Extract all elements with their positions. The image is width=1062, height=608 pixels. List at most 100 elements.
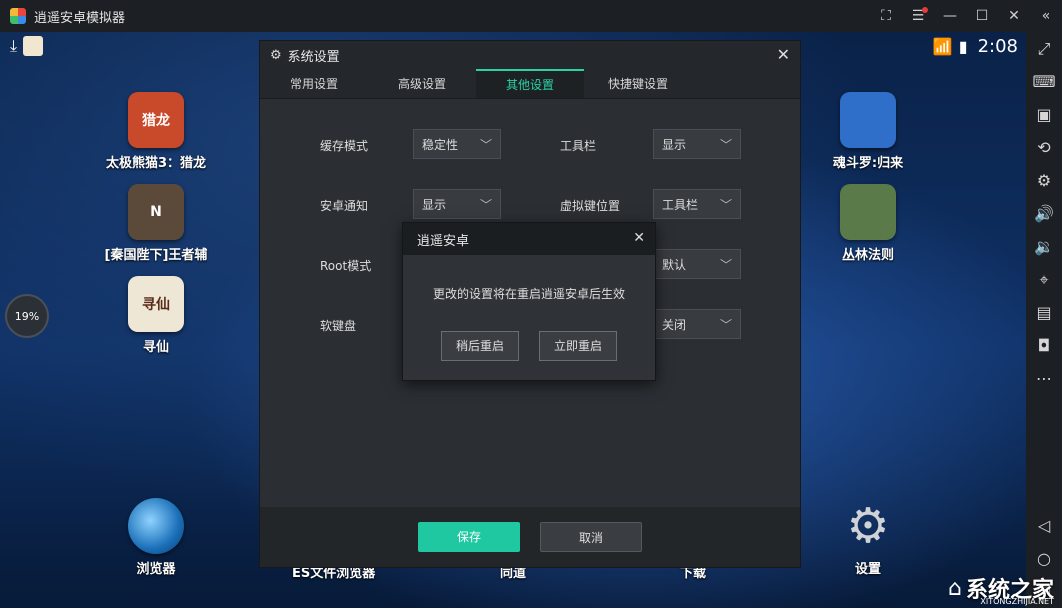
chevron-down-icon: ﹀	[719, 318, 732, 332]
settings-header: ⚙ 系统设置 ✕	[260, 41, 800, 69]
settings-gear-icon: ⚙	[270, 47, 282, 63]
volume-down-icon[interactable]: 🔉	[1026, 230, 1062, 263]
dialog-close-icon[interactable]: ✕	[633, 230, 645, 246]
app-label: 魂斗罗:归来	[832, 156, 904, 171]
watermark: ⌂ 系统之家 XITONGZHIJIA.NET	[948, 572, 1054, 607]
rotate-icon[interactable]: ⟲	[1026, 131, 1062, 164]
right-toolbar: ⤢ ⌨ ▣ ⟲ ⚙ 🔊 🔉 ⌖ ▤ ◘ ⋯ ◁ ○ □	[1026, 32, 1062, 608]
root-mode-label: Root模式	[320, 259, 372, 273]
mini-app-icon	[23, 36, 44, 56]
settings-title: 系统设置	[287, 49, 340, 65]
app-xunxian[interactable]: 寻仙 寻仙	[96, 276, 216, 355]
dialog-title: 逍遥安卓	[417, 233, 470, 249]
keyboard-icon[interactable]: ⌨	[1026, 65, 1062, 98]
notification-dot	[922, 7, 928, 13]
tab-shortcuts[interactable]: 快捷键设置	[584, 69, 692, 98]
restart-now-button[interactable]: 立即重启	[539, 331, 617, 361]
app-icon: 寻仙	[128, 276, 184, 332]
maximize-button[interactable]: ☐	[966, 0, 998, 32]
toolbar-select[interactable]: 显示 ﹀	[653, 129, 741, 159]
app-jungle-law[interactable]: 丛林法则	[808, 184, 928, 263]
app-icon: N	[128, 184, 184, 240]
app-label: 浏览器	[136, 562, 176, 577]
mouse-icon[interactable]: ◘	[1026, 329, 1062, 362]
chevron-down-icon: ﹀	[719, 138, 732, 152]
download-icon: ⤓	[10, 36, 18, 55]
app-logo-icon	[10, 8, 26, 24]
settings-footer: 保存 取消	[260, 507, 800, 567]
gear-icon: ⚙	[846, 498, 890, 554]
soft-keyboard-label: 软键盘	[320, 319, 357, 333]
app-browser[interactable]: 浏览器	[96, 498, 216, 577]
cancel-button[interactable]: 取消	[540, 522, 642, 552]
restart-later-button[interactable]: 稍后重启	[441, 331, 519, 361]
folder-icon[interactable]: ▤	[1026, 296, 1062, 329]
soft-keyboard-select[interactable]: 关闭 ﹀	[653, 309, 741, 339]
app-label: 丛林法则	[841, 248, 894, 263]
fullscreen-icon[interactable]: ⤢	[1026, 32, 1062, 65]
save-button[interactable]: 保存	[418, 522, 520, 552]
top-left-status: ⤓	[10, 36, 44, 56]
virtual-key-value: 工具栏	[662, 197, 699, 212]
app-label: 设置	[854, 562, 881, 577]
tab-other[interactable]: 其他设置	[476, 69, 584, 98]
app-label: 寻仙	[142, 340, 169, 355]
watermark-subtext: XITONGZHIJIA.NET	[980, 597, 1054, 606]
volume-up-icon[interactable]: 🔊	[1026, 197, 1062, 230]
dialog-header: 逍遥安卓 ✕	[403, 223, 655, 255]
dialog-message: 更改的设置将在重启逍遥安卓后生效	[432, 287, 625, 301]
progress-indicator: 19%	[7, 296, 47, 336]
chevron-down-icon: ﹀	[719, 198, 732, 212]
toolbar-label: 工具栏	[560, 139, 597, 153]
app-icon	[840, 184, 896, 240]
cache-mode-select[interactable]: 稳定性 ﹀	[413, 129, 501, 159]
home-icon[interactable]: ○	[1026, 542, 1062, 575]
battery-icon: ▮	[958, 37, 968, 56]
app-settings[interactable]: ⚙ 设置	[808, 498, 928, 577]
app-icon: 猎龙	[128, 92, 184, 148]
collapse-sidebar-button[interactable]: «	[1030, 0, 1062, 32]
chevron-down-icon: ﹀	[719, 258, 732, 272]
screen-record-icon[interactable]: ⛶	[870, 0, 902, 32]
clock: 2:08	[977, 36, 1018, 57]
tab-common[interactable]: 常用设置	[260, 69, 368, 98]
cache-mode-value: 稳定性	[422, 137, 459, 152]
app-label: [秦国陛下]王者辅	[104, 248, 208, 263]
minimize-button[interactable]: —	[934, 0, 966, 32]
android-notify-value: 显示	[422, 197, 447, 212]
app-title: 逍遥安卓模拟器	[34, 10, 126, 26]
soft-keyboard-value: 关闭	[662, 317, 687, 332]
watermark-house-icon: ⌂	[948, 575, 962, 601]
settings-close-icon[interactable]: ✕	[777, 45, 790, 64]
close-window-button[interactable]: ✕	[998, 0, 1030, 32]
status-bar: 📶 ▮ 2:08	[933, 36, 1018, 57]
root-mode-select[interactable]: 默认 ﹀	[653, 249, 741, 279]
location-icon[interactable]: ⌖	[1026, 263, 1062, 296]
window-controls: ⛶ ☰ — ☐ ✕ «	[870, 0, 1062, 32]
virtual-key-select[interactable]: 工具栏 ﹀	[653, 189, 741, 219]
menu-icon[interactable]: ☰	[902, 0, 934, 32]
settings-icon[interactable]: ⚙	[1026, 164, 1062, 197]
android-notify-label: 安卓通知	[320, 199, 369, 213]
android-notify-select[interactable]: 显示 ﹀	[413, 189, 501, 219]
apk-install-icon[interactable]: ▣	[1026, 98, 1062, 131]
app-icon	[840, 92, 896, 148]
restart-dialog: 逍遥安卓 ✕ 更改的设置将在重启逍遥安卓后生效 稍后重启 立即重启	[402, 222, 656, 381]
app-label: 太极熊猫3：猎龙	[105, 156, 207, 171]
chevron-down-icon: ﹀	[479, 138, 492, 152]
root-mode-value: 默认	[662, 257, 687, 272]
app-contra[interactable]: 魂斗罗:归来	[808, 92, 928, 171]
app-taiji-panda[interactable]: 猎龙 太极熊猫3：猎龙	[96, 92, 216, 171]
chevron-down-icon: ﹀	[479, 198, 492, 212]
app-qin-kingdom[interactable]: N [秦国陛下]王者辅	[96, 184, 216, 263]
cache-mode-label: 缓存模式	[320, 139, 369, 153]
tab-advanced[interactable]: 高级设置	[368, 69, 476, 98]
toolbar-value: 显示	[662, 137, 687, 152]
globe-icon	[128, 498, 184, 554]
back-icon[interactable]: ◁	[1026, 509, 1062, 542]
settings-tabs: 常用设置 高级设置 其他设置 快捷键设置	[260, 69, 800, 99]
wifi-icon: 📶	[932, 37, 953, 56]
virtual-key-label: 虚拟键位置	[560, 199, 621, 213]
more-icon[interactable]: ⋯	[1026, 362, 1062, 395]
title-bar: 逍遥安卓模拟器 ⛶ ☰ — ☐ ✕ «	[0, 0, 1062, 32]
